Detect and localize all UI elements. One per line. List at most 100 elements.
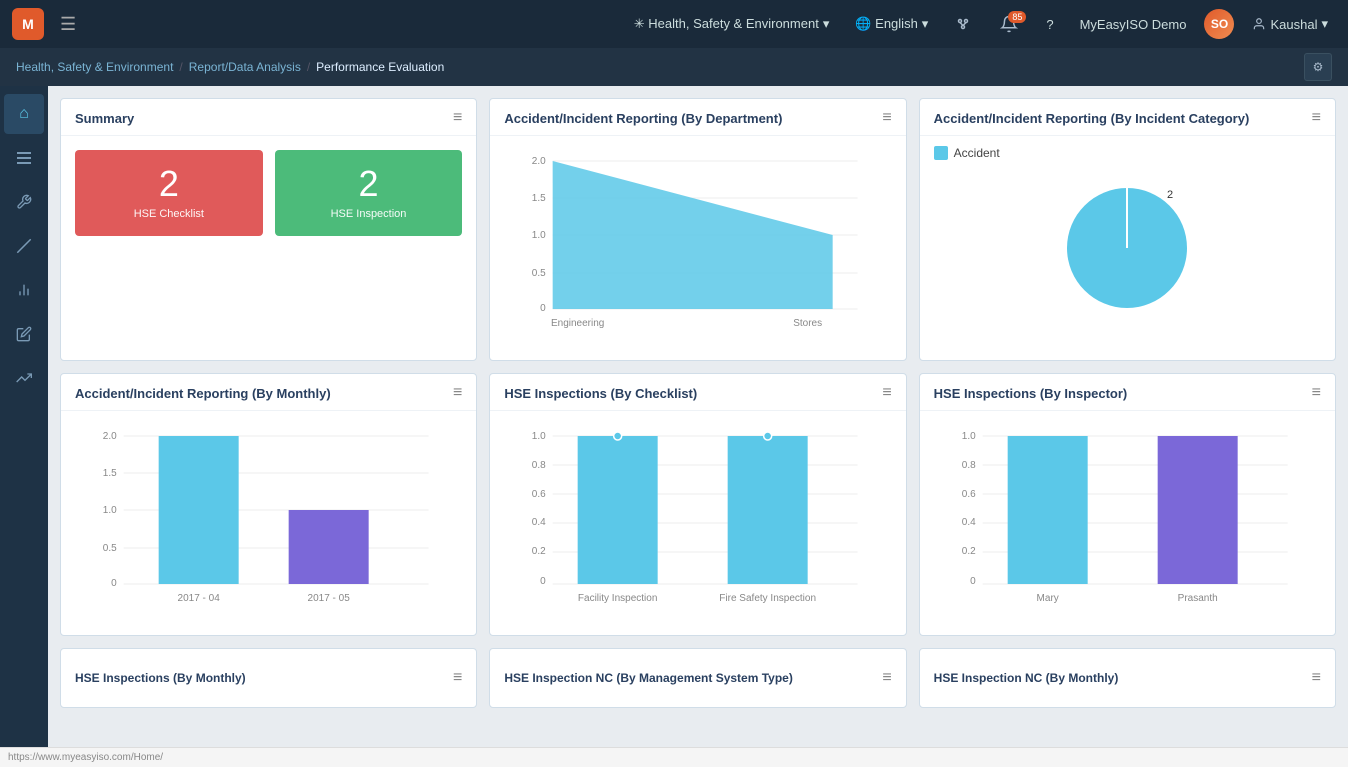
- monthly-chart-card: Accident/Incident Reporting (By Monthly)…: [60, 373, 477, 636]
- checklist-chart-header: HSE Inspections (By Checklist) ≡: [490, 374, 905, 411]
- monthly-chart-title: Accident/Incident Reporting (By Monthly): [75, 386, 331, 401]
- svg-text:1.0: 1.0: [532, 230, 546, 241]
- help-button[interactable]: ?: [1038, 13, 1061, 36]
- hse-monthly-menu[interactable]: ≡: [453, 669, 462, 687]
- user-avatar: SO: [1204, 9, 1234, 39]
- svg-text:2017 - 04: 2017 - 04: [178, 593, 221, 604]
- dept-chart-card: Accident/Incident Reporting (By Departme…: [489, 98, 906, 361]
- svg-text:0: 0: [970, 576, 976, 587]
- inspector-chart-body: 1.0 0.8 0.6 0.4 0.2 0: [920, 411, 1335, 635]
- company-name: MyEasyISO Demo: [1072, 13, 1195, 36]
- inspector-bar-chart: 1.0 0.8 0.6 0.4 0.2 0: [934, 421, 1321, 621]
- module-selector[interactable]: ✳ Health, Safety & Environment ▾: [626, 12, 838, 36]
- top-navigation: M ☰ ✳ Health, Safety & Environment ▾ 🌐 E…: [0, 0, 1348, 48]
- svg-text:Stores: Stores: [794, 318, 823, 329]
- left-sidebar: ⌂: [0, 86, 48, 767]
- svg-text:Engineering: Engineering: [551, 318, 604, 329]
- svg-text:0.2: 0.2: [532, 546, 546, 557]
- checklist-bar-chart: 1.0 0.8 0.6 0.4 0.2 0: [504, 421, 891, 621]
- menu-toggle-icon[interactable]: ☰: [54, 14, 82, 35]
- svg-text:Mary: Mary: [1036, 593, 1058, 604]
- inspector-chart-menu[interactable]: ≡: [1312, 384, 1321, 402]
- incident-cat-menu[interactable]: ≡: [1312, 109, 1321, 127]
- svg-text:0.5: 0.5: [532, 268, 546, 279]
- sidebar-item-edit[interactable]: [4, 314, 44, 354]
- svg-text:0.5: 0.5: [103, 543, 117, 554]
- sidebar-item-trend[interactable]: [4, 358, 44, 398]
- summary-card-body: 2 HSE Checklist 2 HSE Inspection: [61, 136, 476, 250]
- svg-text:0.6: 0.6: [532, 489, 546, 500]
- svg-text:2017 - 05: 2017 - 05: [308, 593, 351, 604]
- legend-color: [934, 146, 948, 160]
- dashboard-grid: Summary ≡ 2 HSE Checklist 2 HSE Inspecti…: [60, 98, 1336, 636]
- sidebar-item-tools[interactable]: [4, 182, 44, 222]
- sidebar-item-chart[interactable]: [4, 270, 44, 310]
- language-selector[interactable]: 🌐 English ▾: [847, 12, 936, 36]
- incident-cat-title: Accident/Incident Reporting (By Incident…: [934, 111, 1250, 126]
- svg-text:Prasanth: Prasanth: [1177, 593, 1217, 604]
- checklist-chart-card: HSE Inspections (By Checklist) ≡ 1.0 0.8…: [489, 373, 906, 636]
- svg-text:1.0: 1.0: [103, 505, 117, 516]
- notifications-button[interactable]: 85: [990, 11, 1028, 37]
- svg-text:2: 2: [1167, 189, 1173, 201]
- hse-inspection-label: HSE Inspection: [331, 208, 407, 220]
- summary-card-header: Summary ≡: [61, 99, 476, 136]
- svg-text:0: 0: [111, 578, 117, 589]
- main-content: Summary ≡ 2 HSE Checklist 2 HSE Inspecti…: [48, 86, 1348, 767]
- svg-text:1.5: 1.5: [103, 468, 117, 479]
- hse-monthly-title: HSE Inspections (By Monthly): [75, 671, 246, 685]
- status-url: https://www.myeasyiso.com/Home/: [8, 752, 163, 763]
- connect-icon[interactable]: [946, 11, 980, 37]
- nc-monthly-card: HSE Inspection NC (By Monthly) ≡: [919, 648, 1336, 708]
- hse-monthly-card: HSE Inspections (By Monthly) ≡: [60, 648, 477, 708]
- nc-mgmt-menu[interactable]: ≡: [882, 669, 891, 687]
- monthly-bar-chart: 2.0 1.5 1.0 0.5 0 2017: [75, 421, 462, 621]
- breadcrumb: Health, Safety & Environment / Report/Da…: [0, 48, 1348, 86]
- summary-tiles: 2 HSE Checklist 2 HSE Inspection: [75, 150, 462, 236]
- summary-title: Summary: [75, 111, 134, 126]
- app-logo[interactable]: M: [12, 8, 44, 40]
- hse-checklist-label: HSE Checklist: [134, 208, 204, 220]
- svg-text:2.0: 2.0: [532, 156, 546, 167]
- dept-bar-chart: 2.0 1.5 1.0 0.5 0: [504, 146, 891, 346]
- notification-badge: 85: [1008, 11, 1026, 23]
- nc-monthly-menu[interactable]: ≡: [1312, 669, 1321, 687]
- svg-text:1.0: 1.0: [961, 431, 975, 442]
- svg-text:0: 0: [540, 303, 546, 314]
- pie-chart: 2: [1047, 168, 1207, 328]
- svg-text:0.8: 0.8: [532, 460, 546, 471]
- checklist-chart-menu[interactable]: ≡: [882, 384, 891, 402]
- incident-cat-card: Accident/Incident Reporting (By Incident…: [919, 98, 1336, 361]
- svg-text:0.4: 0.4: [532, 517, 546, 528]
- incident-cat-body: Accident 2: [920, 136, 1335, 342]
- settings-gear-button[interactable]: ⚙: [1304, 53, 1332, 81]
- summary-card: Summary ≡ 2 HSE Checklist 2 HSE Inspecti…: [60, 98, 477, 361]
- inspector-chart-title: HSE Inspections (By Inspector): [934, 386, 1128, 401]
- sidebar-item-home[interactable]: ⌂: [4, 94, 44, 134]
- monthly-chart-body: 2.0 1.5 1.0 0.5 0 2017: [61, 411, 476, 635]
- sidebar-item-leaf[interactable]: [4, 226, 44, 266]
- incident-cat-header: Accident/Incident Reporting (By Incident…: [920, 99, 1335, 136]
- dept-chart-menu[interactable]: ≡: [882, 109, 891, 127]
- svg-text:0.6: 0.6: [961, 489, 975, 500]
- user-menu[interactable]: Kaushal ▾: [1244, 12, 1336, 36]
- svg-text:0.2: 0.2: [961, 546, 975, 557]
- breadcrumb-link-1[interactable]: Health, Safety & Environment: [16, 60, 173, 74]
- bottom-cards-row: HSE Inspections (By Monthly) ≡ HSE Inspe…: [60, 648, 1336, 708]
- hse-inspection-tile[interactable]: 2 HSE Inspection: [275, 150, 463, 236]
- svg-text:0: 0: [540, 576, 546, 587]
- breadcrumb-link-2[interactable]: Report/Data Analysis: [189, 60, 301, 74]
- breadcrumb-current: Performance Evaluation: [316, 60, 444, 74]
- summary-menu-icon[interactable]: ≡: [453, 109, 462, 127]
- checklist-chart-body: 1.0 0.8 0.6 0.4 0.2 0: [490, 411, 905, 635]
- svg-text:1.0: 1.0: [532, 431, 546, 442]
- monthly-chart-menu[interactable]: ≡: [453, 384, 462, 402]
- svg-text:0.4: 0.4: [961, 517, 975, 528]
- dept-chart-header: Accident/Incident Reporting (By Departme…: [490, 99, 905, 136]
- sidebar-item-list[interactable]: [4, 138, 44, 178]
- svg-text:2.0: 2.0: [103, 431, 117, 442]
- inspector-chart-card: HSE Inspections (By Inspector) ≡ 1.0 0.8…: [919, 373, 1336, 636]
- dept-chart-body: 2.0 1.5 1.0 0.5 0: [490, 136, 905, 360]
- checklist-chart-title: HSE Inspections (By Checklist): [504, 386, 697, 401]
- hse-checklist-tile[interactable]: 2 HSE Checklist: [75, 150, 263, 236]
